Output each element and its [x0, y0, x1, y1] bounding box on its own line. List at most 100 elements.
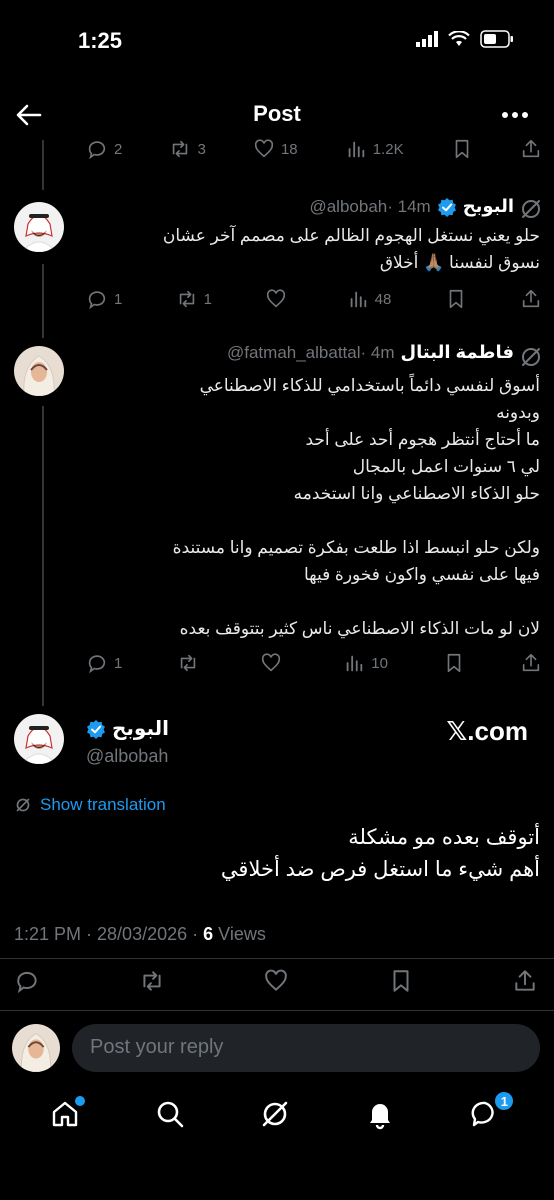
tweet-header: البوبح @albobah· 14m [309, 196, 514, 217]
grok-icon[interactable] [518, 344, 544, 370]
tweet-text: حلو يعني نستغل الهجوم الظالم على مصمم آخ… [162, 226, 540, 272]
author-handle[interactable]: @albobah· 14m [309, 197, 430, 217]
like-button[interactable]: 18 [253, 138, 298, 160]
views-label: Views [213, 924, 266, 944]
verified-badge-icon [87, 719, 105, 739]
grok-icon [262, 1101, 288, 1127]
page-title: Post [253, 101, 301, 126]
bookmark-button[interactable] [443, 652, 465, 674]
bottom-nav: 1 [0, 1090, 554, 1134]
bell-icon [370, 1104, 391, 1130]
reply-icon [88, 655, 106, 674]
views-count: 48 [374, 290, 392, 308]
divider [0, 1010, 554, 1011]
like-button[interactable] [265, 288, 293, 310]
search-icon [157, 1101, 184, 1128]
main-tweet-text: أتوقف بعده مو مشكلة أهم شيء ما استغل فرص… [20, 822, 540, 886]
reply-count: 2 [114, 140, 123, 158]
heart-icon[interactable] [263, 968, 289, 994]
author-name[interactable]: فاطمة البتال [401, 342, 514, 363]
nav-grok[interactable] [259, 1098, 295, 1134]
bookmark-icon [449, 289, 462, 309]
avatar-man-icon [14, 202, 64, 252]
wifi-icon [448, 31, 470, 46]
reply-icon [88, 291, 106, 310]
tweet-actions: 1 10 [86, 652, 542, 674]
views-chart-icon [348, 141, 365, 158]
share-button[interactable] [520, 652, 542, 674]
bookmark-icon[interactable] [388, 968, 414, 994]
verified-badge-icon [437, 197, 456, 217]
thread-line [42, 264, 44, 338]
share-button[interactable] [520, 138, 542, 160]
author-handle[interactable]: @albobah [86, 746, 168, 767]
reply-icon[interactable] [14, 968, 40, 994]
reply-button[interactable]: 1 [86, 652, 122, 674]
divider [0, 958, 554, 959]
grok-icon [16, 798, 30, 812]
author-name: البوبح [112, 718, 169, 740]
grok-icon[interactable] [518, 196, 544, 222]
bookmark-button[interactable] [451, 138, 473, 160]
share-button[interactable] [520, 288, 542, 310]
handle-text: @albobah [309, 196, 388, 216]
reply-button[interactable]: 2 [86, 138, 122, 160]
repost-button[interactable]: 1 [176, 288, 212, 310]
like-button[interactable] [260, 652, 288, 674]
views-button[interactable]: 10 [343, 652, 388, 674]
repost-count: 1 [203, 290, 212, 308]
share-icon [522, 653, 540, 672]
views-count: 6 [203, 924, 214, 944]
reply-count: 1 [114, 654, 123, 672]
tweet-actions: 1 1 48 [86, 288, 542, 310]
reply-count: 1 [114, 290, 123, 308]
heart-icon [262, 653, 281, 672]
main-tweet-line: أهم شيء ما استغل فرص ضد أخلاقي [220, 858, 540, 881]
avatar[interactable] [14, 202, 64, 252]
author-handle[interactable]: @fatmah_albattal· 4m [227, 343, 395, 363]
nav-search[interactable] [154, 1098, 190, 1134]
avatar-woman-icon [14, 346, 64, 396]
avatar[interactable] [14, 714, 64, 764]
tweet-actions: 2 3 18 1.2K [86, 138, 542, 160]
nav-notifications[interactable] [364, 1098, 400, 1134]
share-icon[interactable] [512, 968, 538, 994]
views-button[interactable]: 48 [347, 288, 392, 310]
status-icons [416, 30, 514, 48]
views-count: 10 [371, 654, 388, 672]
thread-line [42, 140, 44, 190]
reply-icon [88, 141, 106, 160]
views-count: 1.2K [372, 140, 404, 158]
main-author[interactable]: البوبح [86, 716, 169, 741]
repost-button[interactable] [177, 652, 205, 674]
views-button[interactable]: 1.2K [345, 138, 404, 160]
repost-count: 3 [197, 140, 206, 158]
show-translation-link[interactable]: Show translation [14, 795, 166, 815]
views-chart-icon [350, 291, 366, 308]
author-name[interactable]: البوبح [463, 196, 514, 217]
repost-icon [173, 140, 188, 158]
repost-icon[interactable] [139, 968, 165, 994]
repost-icon [179, 290, 194, 308]
views-chart-icon [346, 655, 363, 672]
nav-messages[interactable]: 1 [469, 1090, 516, 1134]
more-options-icon[interactable] [500, 102, 530, 128]
reply-input[interactable]: Post your reply [72, 1024, 540, 1072]
my-avatar[interactable] [12, 1024, 60, 1072]
battery-icon [480, 30, 513, 48]
tweet-text: أسوق لنفسي دائماً باستخدامي للذكاء الاصط… [172, 376, 540, 638]
repost-icon [181, 654, 196, 672]
heart-icon [254, 139, 274, 158]
repost-button[interactable]: 3 [169, 138, 206, 160]
status-time: 1:25 [78, 28, 123, 53]
tweet-meta: 1:21 PM · 28/03/2026 · 6 Views [14, 924, 266, 945]
nav-home[interactable] [49, 1096, 85, 1134]
signal-icon [416, 31, 438, 47]
reply-button[interactable]: 1 [86, 288, 122, 310]
bookmark-icon [455, 139, 469, 159]
main-tweet-actions [14, 968, 538, 994]
thread-line [42, 406, 44, 706]
home-notification-dot [74, 1096, 85, 1106]
avatar[interactable] [14, 346, 64, 396]
bookmark-button[interactable] [445, 288, 467, 310]
